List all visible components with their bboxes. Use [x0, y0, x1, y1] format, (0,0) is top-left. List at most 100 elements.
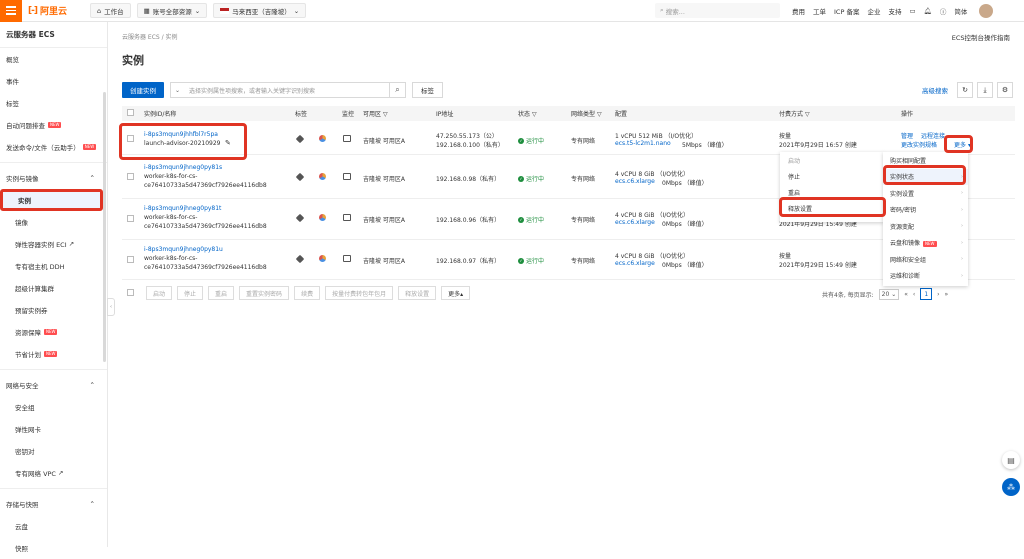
sidebar-item-snapshot[interactable]: 快照 [0, 537, 107, 559]
more-button[interactable]: 更多 ▾ [954, 140, 971, 149]
multi-color-icon[interactable] [319, 255, 326, 264]
sidebar-group-network[interactable]: 网络与安全 ⌃ [0, 374, 107, 396]
menu-network-security[interactable]: 网络和安全组 › [883, 251, 968, 268]
row-checkbox[interactable] [127, 215, 134, 224]
bulk-reset-password-button[interactable]: 重置实例密码 [239, 286, 290, 300]
sidebar-item-reserved[interactable]: 预留实例券 [0, 299, 107, 321]
bulk-start-button[interactable]: 启动 [146, 286, 173, 300]
row-checkbox[interactable] [127, 173, 134, 182]
multi-color-icon[interactable] [319, 214, 326, 223]
top-link-enterprise[interactable]: 企业 [867, 6, 880, 16]
menu-buy-same[interactable]: 购买相同配置 [883, 152, 968, 169]
multi-color-icon[interactable] [319, 135, 326, 144]
resource-selector[interactable]: ▦ 账号全部资源 ⌄ [136, 3, 208, 18]
remote-connect-link[interactable]: 远程连接 [921, 131, 945, 140]
spec-link[interactable]: ecs.c6.xlarge [615, 178, 655, 185]
help-icon[interactable]: ⓘ [940, 6, 947, 16]
apps-icon[interactable]: ⁂ [1002, 478, 1020, 496]
refresh-icon[interactable]: ↻ [957, 82, 973, 98]
page-size-select[interactable]: 20 ⌄ [878, 288, 900, 300]
top-link-support[interactable]: 支持 [888, 6, 901, 16]
multi-color-icon[interactable] [319, 173, 326, 182]
tag-icon[interactable] [295, 254, 305, 264]
advanced-search-link[interactable]: 高级搜索 [922, 85, 948, 95]
settings-icon[interactable]: ⚙ [997, 82, 1013, 98]
row-checkbox[interactable] [127, 256, 134, 265]
breadcrumb[interactable]: 云服务器 ECS / 实例 [122, 32, 178, 41]
prev-page-icon[interactable]: ‹ [913, 291, 915, 298]
tag-filter-button[interactable]: 标签 [412, 82, 443, 98]
row-checkbox[interactable] [127, 135, 134, 144]
avatar[interactable] [979, 4, 994, 18]
spec-link[interactable]: ecs.t5-lc2m1.nano [615, 140, 671, 147]
edit-icon[interactable]: ✎ [225, 139, 231, 147]
top-link-ticket[interactable]: 工单 [813, 6, 826, 16]
menu-ops-diagnosis[interactable]: 运维和诊断 › [883, 268, 968, 285]
sidebar-item-guarantee[interactable]: 资源保障 NEW [0, 321, 107, 343]
sidebar-item-tags[interactable]: 标签 [0, 92, 107, 114]
collapse-sidebar-icon[interactable]: ‹ [107, 298, 115, 316]
language-switch[interactable]: 简体 [954, 6, 967, 16]
aliyun-logo[interactable]: [-] 阿里云 [28, 4, 90, 18]
instance-id-link[interactable]: i-8ps3mqun9jhhfbl7r5pa [144, 131, 218, 138]
bulk-more-button[interactable]: 更多▴ [441, 286, 471, 300]
create-instance-button[interactable]: 创建实例 [122, 82, 164, 98]
spec-link[interactable]: ecs.c6.xlarge [615, 219, 655, 226]
monitor-icon[interactable] [343, 214, 351, 223]
monitor-icon[interactable] [343, 173, 351, 182]
bulk-renew-button[interactable]: 续费 [294, 286, 321, 300]
guide-link[interactable]: ECS控制台操作指南 [952, 32, 1010, 42]
spec-link[interactable]: ecs.c6.xlarge [615, 260, 655, 267]
sidebar-item-instances[interactable]: 实例 [0, 189, 103, 211]
sidebar-item-scc[interactable]: 超级计算集群 [0, 277, 107, 299]
menu-instance-settings[interactable]: 实例设置 › [883, 185, 968, 202]
sidebar-item-vpc[interactable]: 专有网络 VPC ↗ [0, 462, 107, 484]
sidebar-item-images[interactable]: 镜像 [0, 211, 107, 233]
terminal-icon[interactable]: ▭ [909, 7, 915, 15]
sidebar-item-events[interactable]: 事件 [0, 70, 107, 92]
sidebar-item-ddh[interactable]: 专有宿主机 DDH [0, 255, 107, 277]
sidebar-item-keypair[interactable]: 密钥对 [0, 440, 107, 462]
filter-input[interactable]: ⌄ 选择实例属性项搜索，或者输入关键字识别搜索 [170, 82, 390, 98]
instance-id-link[interactable]: i-8ps3mqun9jhneg0py81t [144, 205, 221, 212]
sidebar-item-savings-plan[interactable]: 节省计划 NEW [0, 343, 107, 365]
current-page[interactable]: 1 [920, 288, 933, 300]
manage-link[interactable]: 管理 [901, 131, 913, 140]
sidebar-scrollbar[interactable] [103, 92, 106, 362]
bulk-stop-button[interactable]: 停止 [177, 286, 204, 300]
next-page-icon[interactable]: › [937, 291, 939, 298]
tag-icon[interactable] [295, 134, 305, 144]
menu-start[interactable]: 启动 [780, 152, 884, 168]
sidebar-item-disk[interactable]: 云盘 [0, 515, 107, 537]
menu-disk-image[interactable]: 云盘和镜像 NEW › [883, 235, 968, 252]
sidebar-item-security-group[interactable]: 安全组 [0, 396, 107, 418]
top-link-cost[interactable]: 费用 [792, 6, 805, 16]
sidebar-item-overview[interactable]: 概览 [0, 48, 107, 70]
sidebar-group-storage[interactable]: 存储与快照 ⌃ [0, 493, 107, 515]
bulk-select-checkbox[interactable] [127, 288, 134, 298]
tag-icon[interactable] [295, 213, 305, 223]
top-link-icp[interactable]: ICP 备案 [834, 6, 859, 16]
menu-resource-change[interactable]: 资源变配 › [883, 218, 968, 235]
instance-id-link[interactable]: i-8ps3mqun9jhneg0py81s [144, 164, 222, 171]
monitor-icon[interactable] [343, 135, 351, 144]
menu-stop[interactable]: 停止 [780, 168, 884, 184]
bulk-convert-billing-button[interactable]: 按量付费转包年包月 [325, 286, 394, 300]
bulk-restart-button[interactable]: 重启 [208, 286, 235, 300]
change-spec-link[interactable]: 更改实例规格 [901, 140, 937, 149]
menu-password-key[interactable]: 密码/密钥 › [883, 202, 968, 219]
first-page-icon[interactable]: « [904, 291, 908, 298]
header-zone[interactable]: 可用区 ▽ [363, 109, 388, 118]
instance-id-link[interactable]: i-8ps3mqun9jhneg0py81u [144, 246, 223, 253]
header-network[interactable]: 网络类型 ▽ [571, 109, 602, 118]
bell-icon[interactable]: 🔔︎ [924, 7, 932, 15]
chat-icon[interactable]: ▤ [1002, 451, 1020, 469]
sidebar-item-eni[interactable]: 弹性网卡 [0, 418, 107, 440]
menu-release-settings[interactable]: 释放设置 [780, 200, 884, 216]
search-icon[interactable]: ⌕ [390, 82, 406, 98]
global-search-input[interactable]: ⌕ 搜索... [655, 3, 780, 18]
region-selector[interactable]: 马来西亚（吉隆坡） ⌄ [213, 3, 307, 18]
tag-icon[interactable] [295, 172, 305, 182]
bulk-release-button[interactable]: 释放设置 [398, 286, 437, 300]
header-billing[interactable]: 付费方式 ▽ [779, 109, 810, 118]
